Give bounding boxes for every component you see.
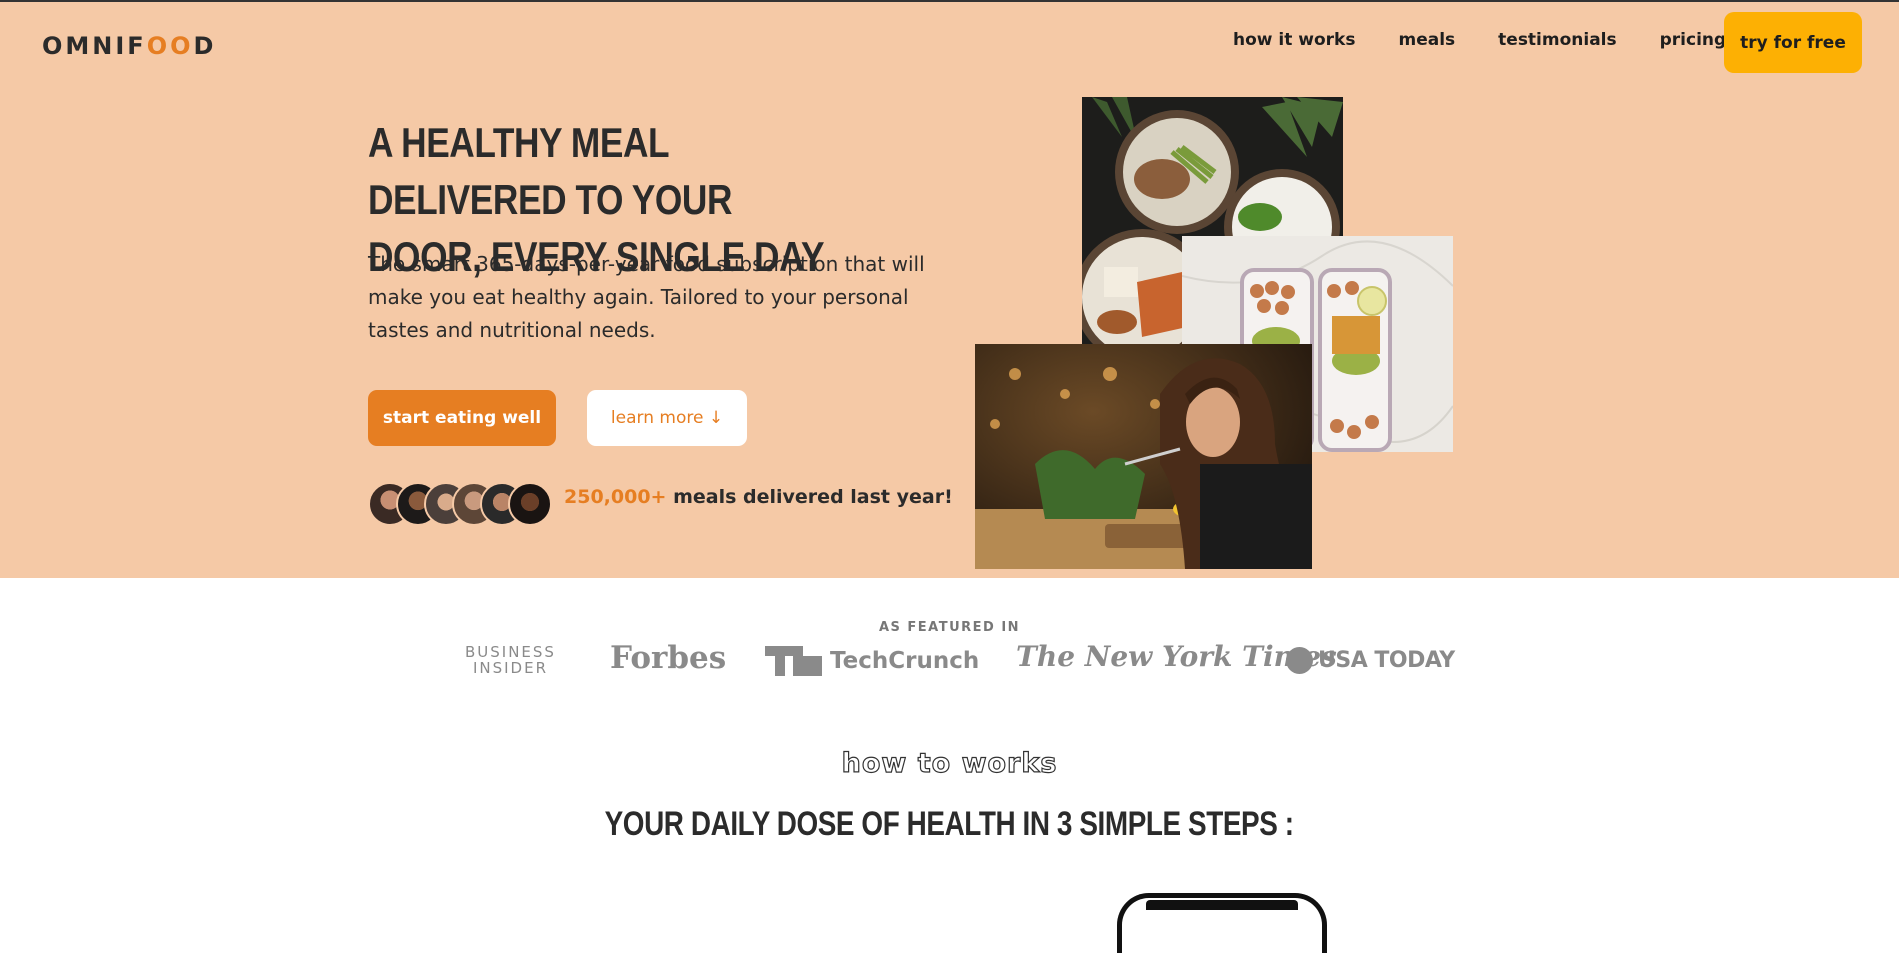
press-logos: BUSINESS INSIDER Forbes TechCrunch The N…	[0, 640, 1899, 690]
nav-meals[interactable]: meals	[1398, 30, 1455, 50]
usa-today-dot-icon	[1286, 647, 1313, 674]
omnifood-logo[interactable]: OMNIFOOD	[42, 32, 216, 60]
techcrunch-logo: TechCrunch	[765, 646, 979, 676]
nav-testimonials[interactable]: testimonials	[1498, 30, 1616, 50]
main-nav: how it works meals testimonials pricing	[1233, 30, 1769, 50]
business-insider-logo: BUSINESS INSIDER	[465, 643, 556, 677]
avatar	[508, 482, 552, 526]
meals-delivered-text: meals delivered last year!	[666, 486, 953, 508]
try-for-free-button[interactable]: try for free	[1724, 12, 1862, 73]
start-eating-well-button[interactable]: start eating well	[368, 390, 556, 446]
meals-delivered-count: 250,000+	[564, 486, 667, 508]
nav-pricing[interactable]: pricing	[1660, 30, 1727, 50]
meals-delivered-stat: 250,000+ meals delivered last year!	[564, 486, 953, 508]
featured-in-label: AS FEATURED IN	[878, 620, 1021, 635]
hero-section: OMNIFOOD how it works meals testimonials…	[0, 2, 1899, 578]
learn-more-button[interactable]: learn more ↓	[587, 390, 747, 446]
how-it-works-subheading: how to works	[841, 747, 1058, 779]
hero-description: The smart 365-days-per-year food subscri…	[368, 252, 925, 342]
phone-mockup	[1117, 893, 1327, 953]
how-it-works-title: YOUR DAILY DOSE OF HEALTH IN 3 SIMPLE ST…	[605, 805, 1294, 843]
nav-how-it-works[interactable]: how it works	[1233, 30, 1355, 50]
logo-infinity-accent: OO	[146, 32, 194, 60]
usa-today-logo: USA TODAY	[1286, 647, 1455, 674]
forbes-logo: Forbes	[610, 640, 727, 676]
woman-eating-photo	[975, 344, 1312, 569]
techcrunch-mark-icon	[765, 646, 822, 676]
